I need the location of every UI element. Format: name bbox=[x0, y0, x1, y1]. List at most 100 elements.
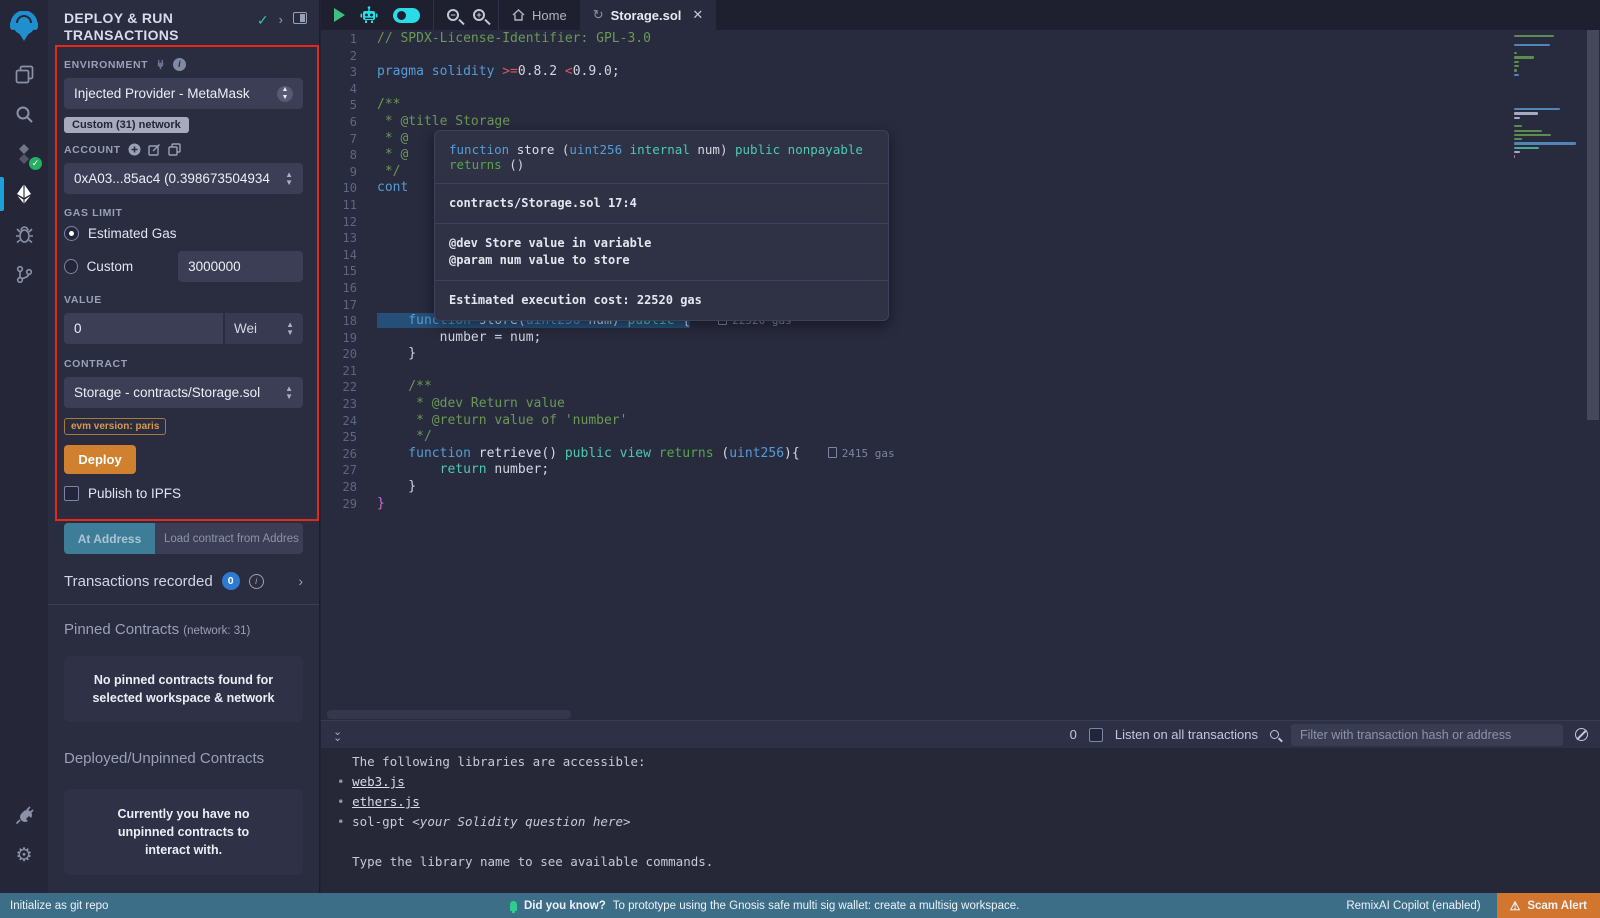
value-input[interactable]: 0 bbox=[64, 313, 223, 344]
environment-label: ENVIRONMENT bbox=[64, 59, 148, 71]
publish-ipfs-checkbox[interactable] bbox=[64, 486, 79, 501]
settings-gear-icon[interactable]: ⚙ bbox=[0, 835, 48, 875]
contract-select[interactable]: Storage - contracts/Storage.sol ▲▼ bbox=[64, 377, 303, 408]
tooltip-gas: Estimated execution cost: 22520 gas bbox=[435, 281, 888, 320]
clear-console-icon[interactable] bbox=[1575, 728, 1588, 741]
add-account-icon[interactable] bbox=[128, 143, 141, 156]
code-line[interactable]: 21 bbox=[321, 363, 1600, 380]
code-line[interactable]: 23 * @dev Return value bbox=[321, 396, 1600, 413]
terminal-link[interactable]: web3.js bbox=[352, 774, 405, 789]
terminal-header: ⌄⌄ 0 Listen on all transactions Filter w… bbox=[321, 720, 1600, 748]
code-line[interactable]: 25 */ bbox=[321, 429, 1600, 446]
evm-version-badge: evm version: paris bbox=[64, 418, 166, 435]
code-line[interactable]: 28 } bbox=[321, 479, 1600, 496]
code-line[interactable]: 19 number = num; bbox=[321, 330, 1600, 347]
home-icon bbox=[512, 9, 525, 21]
plugin-manager-icon[interactable] bbox=[0, 795, 48, 835]
at-address-button[interactable]: At Address bbox=[64, 523, 155, 554]
pinned-contracts-heading: Pinned Contracts (network: 31) bbox=[48, 605, 319, 638]
status-bar: Initialize as git repo Did you know? To … bbox=[0, 893, 1600, 918]
icon-rail: ✓ ⚙ bbox=[0, 0, 48, 893]
solidity-compiler-icon[interactable]: ✓ bbox=[0, 134, 48, 174]
tab-home[interactable]: Home bbox=[499, 0, 580, 30]
code-line[interactable]: 26 function retrieve() public view retur… bbox=[321, 446, 1600, 463]
unit-stepper-icon: ▲▼ bbox=[286, 321, 294, 337]
terminal-line bbox=[337, 832, 1600, 852]
code-line[interactable]: 22 /** bbox=[321, 379, 1600, 396]
transactions-recorded-label: Transactions recorded bbox=[64, 573, 213, 590]
code-line[interactable]: 4 bbox=[321, 81, 1600, 98]
lightbulb-icon bbox=[510, 901, 517, 911]
transactions-info-icon[interactable]: i bbox=[249, 574, 264, 589]
run-script-icon[interactable] bbox=[334, 8, 345, 22]
code-line[interactable]: 5/** bbox=[321, 97, 1600, 114]
horizontal-scrollbar[interactable] bbox=[327, 710, 571, 719]
terminal-expand-icon[interactable]: ⌄⌄ bbox=[333, 729, 342, 741]
network-badge: Custom (31) network bbox=[64, 117, 189, 133]
gas-annotation: 2415 gas bbox=[828, 446, 895, 463]
copilot-toggle[interactable] bbox=[393, 8, 420, 23]
sign-message-icon[interactable] bbox=[148, 143, 161, 156]
terminal-filter-input[interactable]: Filter with transaction hash or address bbox=[1291, 724, 1563, 746]
transactions-recorded-row[interactable]: Transactions recorded 0 i › bbox=[48, 554, 319, 604]
plug-icon bbox=[155, 59, 166, 70]
code-line[interactable]: 3pragma solidity >=0.8.2 <0.9.0; bbox=[321, 64, 1600, 81]
terminal-output[interactable]: The following libraries are accessible:•… bbox=[321, 748, 1600, 893]
main-area: − + Home ↻ Storage.sol ✕ 1// SPDX-Licens… bbox=[321, 0, 1600, 893]
git-init-button[interactable]: Initialize as git repo bbox=[0, 900, 108, 912]
tooltip-path: contracts/Storage.sol 17:4 bbox=[435, 184, 888, 224]
value-label: VALUE bbox=[64, 294, 102, 306]
account-select[interactable]: 0xA03...85ac4 (0.398673504934 ▲▼ bbox=[64, 163, 303, 194]
code-line[interactable]: 1// SPDX-License-Identifier: GPL-3.0 bbox=[321, 31, 1600, 48]
tab-storage-sol[interactable]: ↻ Storage.sol ✕ bbox=[580, 0, 717, 30]
terminal-line: • ethers.js bbox=[337, 792, 1600, 812]
listen-transactions-checkbox[interactable] bbox=[1089, 728, 1103, 742]
close-tab-icon[interactable]: ✕ bbox=[692, 7, 703, 23]
tooltip-docs: @dev Store value in variable@param num v… bbox=[435, 224, 888, 281]
pinned-contracts-empty: No pinned contracts found for selected w… bbox=[64, 656, 303, 722]
environment-info-icon[interactable]: i bbox=[173, 58, 186, 71]
code-line[interactable]: 27 return number; bbox=[321, 462, 1600, 479]
zoom-in-icon[interactable]: + bbox=[473, 9, 485, 21]
remixai-robot-icon[interactable] bbox=[359, 6, 379, 24]
code-editor[interactable]: 1// SPDX-License-Identifier: GPL-3.023pr… bbox=[321, 30, 1600, 720]
custom-gas-radio[interactable] bbox=[64, 259, 78, 274]
deploy-button[interactable]: Deploy bbox=[64, 445, 136, 474]
vertical-scrollbar[interactable] bbox=[1586, 30, 1600, 720]
transactions-expand-icon[interactable]: › bbox=[298, 573, 303, 589]
zoom-out-icon[interactable]: − bbox=[447, 9, 459, 21]
panel-chevron-icon[interactable]: › bbox=[279, 12, 283, 27]
terminal-search-icon bbox=[1270, 730, 1279, 739]
code-line[interactable]: 2 bbox=[321, 48, 1600, 65]
at-address-input[interactable]: Load contract from Addres bbox=[155, 523, 303, 554]
custom-gas-label: Custom bbox=[87, 259, 134, 274]
publish-ipfs-label: Publish to IPFS bbox=[88, 486, 181, 501]
gas-limit-label: GAS LIMIT bbox=[64, 207, 122, 219]
terminal-link[interactable]: ethers.js bbox=[352, 794, 420, 809]
code-line[interactable]: 29} bbox=[321, 496, 1600, 513]
contract-stepper-icon: ▲▼ bbox=[285, 385, 293, 401]
account-stepper-icon: ▲▼ bbox=[285, 171, 293, 187]
debugger-icon[interactable] bbox=[0, 214, 48, 254]
pin-panel-icon[interactable] bbox=[293, 12, 307, 24]
copy-account-icon[interactable] bbox=[168, 143, 181, 156]
git-icon[interactable] bbox=[0, 254, 48, 294]
hover-tooltip: function store (uint256 internal num) pu… bbox=[434, 130, 889, 321]
deploy-run-icon[interactable] bbox=[0, 174, 48, 214]
search-icon[interactable] bbox=[0, 94, 48, 134]
custom-gas-input[interactable]: 3000000 bbox=[178, 251, 303, 282]
environment-select[interactable]: Injected Provider - MetaMask ▲▼ bbox=[64, 78, 303, 109]
code-line[interactable]: 6 * @title Storage bbox=[321, 114, 1600, 131]
value-unit-select[interactable]: Wei ▲▼ bbox=[225, 313, 303, 344]
estimated-gas-radio[interactable] bbox=[64, 226, 79, 241]
file-explorer-icon[interactable] bbox=[0, 54, 48, 94]
copilot-status[interactable]: RemixAI Copilot (enabled) bbox=[1346, 900, 1496, 912]
remix-logo-icon[interactable] bbox=[0, 0, 48, 54]
account-label: ACCOUNT bbox=[64, 144, 121, 156]
scam-alert-button[interactable]: ⚠ Scam Alert bbox=[1497, 893, 1600, 918]
code-line[interactable]: 20 } bbox=[321, 346, 1600, 363]
code-line[interactable]: 24 * @return value of 'number' bbox=[321, 413, 1600, 430]
contract-label: CONTRACT bbox=[64, 358, 128, 370]
minimap[interactable] bbox=[1514, 34, 1580, 159]
solidity-file-icon: ↻ bbox=[593, 7, 604, 23]
